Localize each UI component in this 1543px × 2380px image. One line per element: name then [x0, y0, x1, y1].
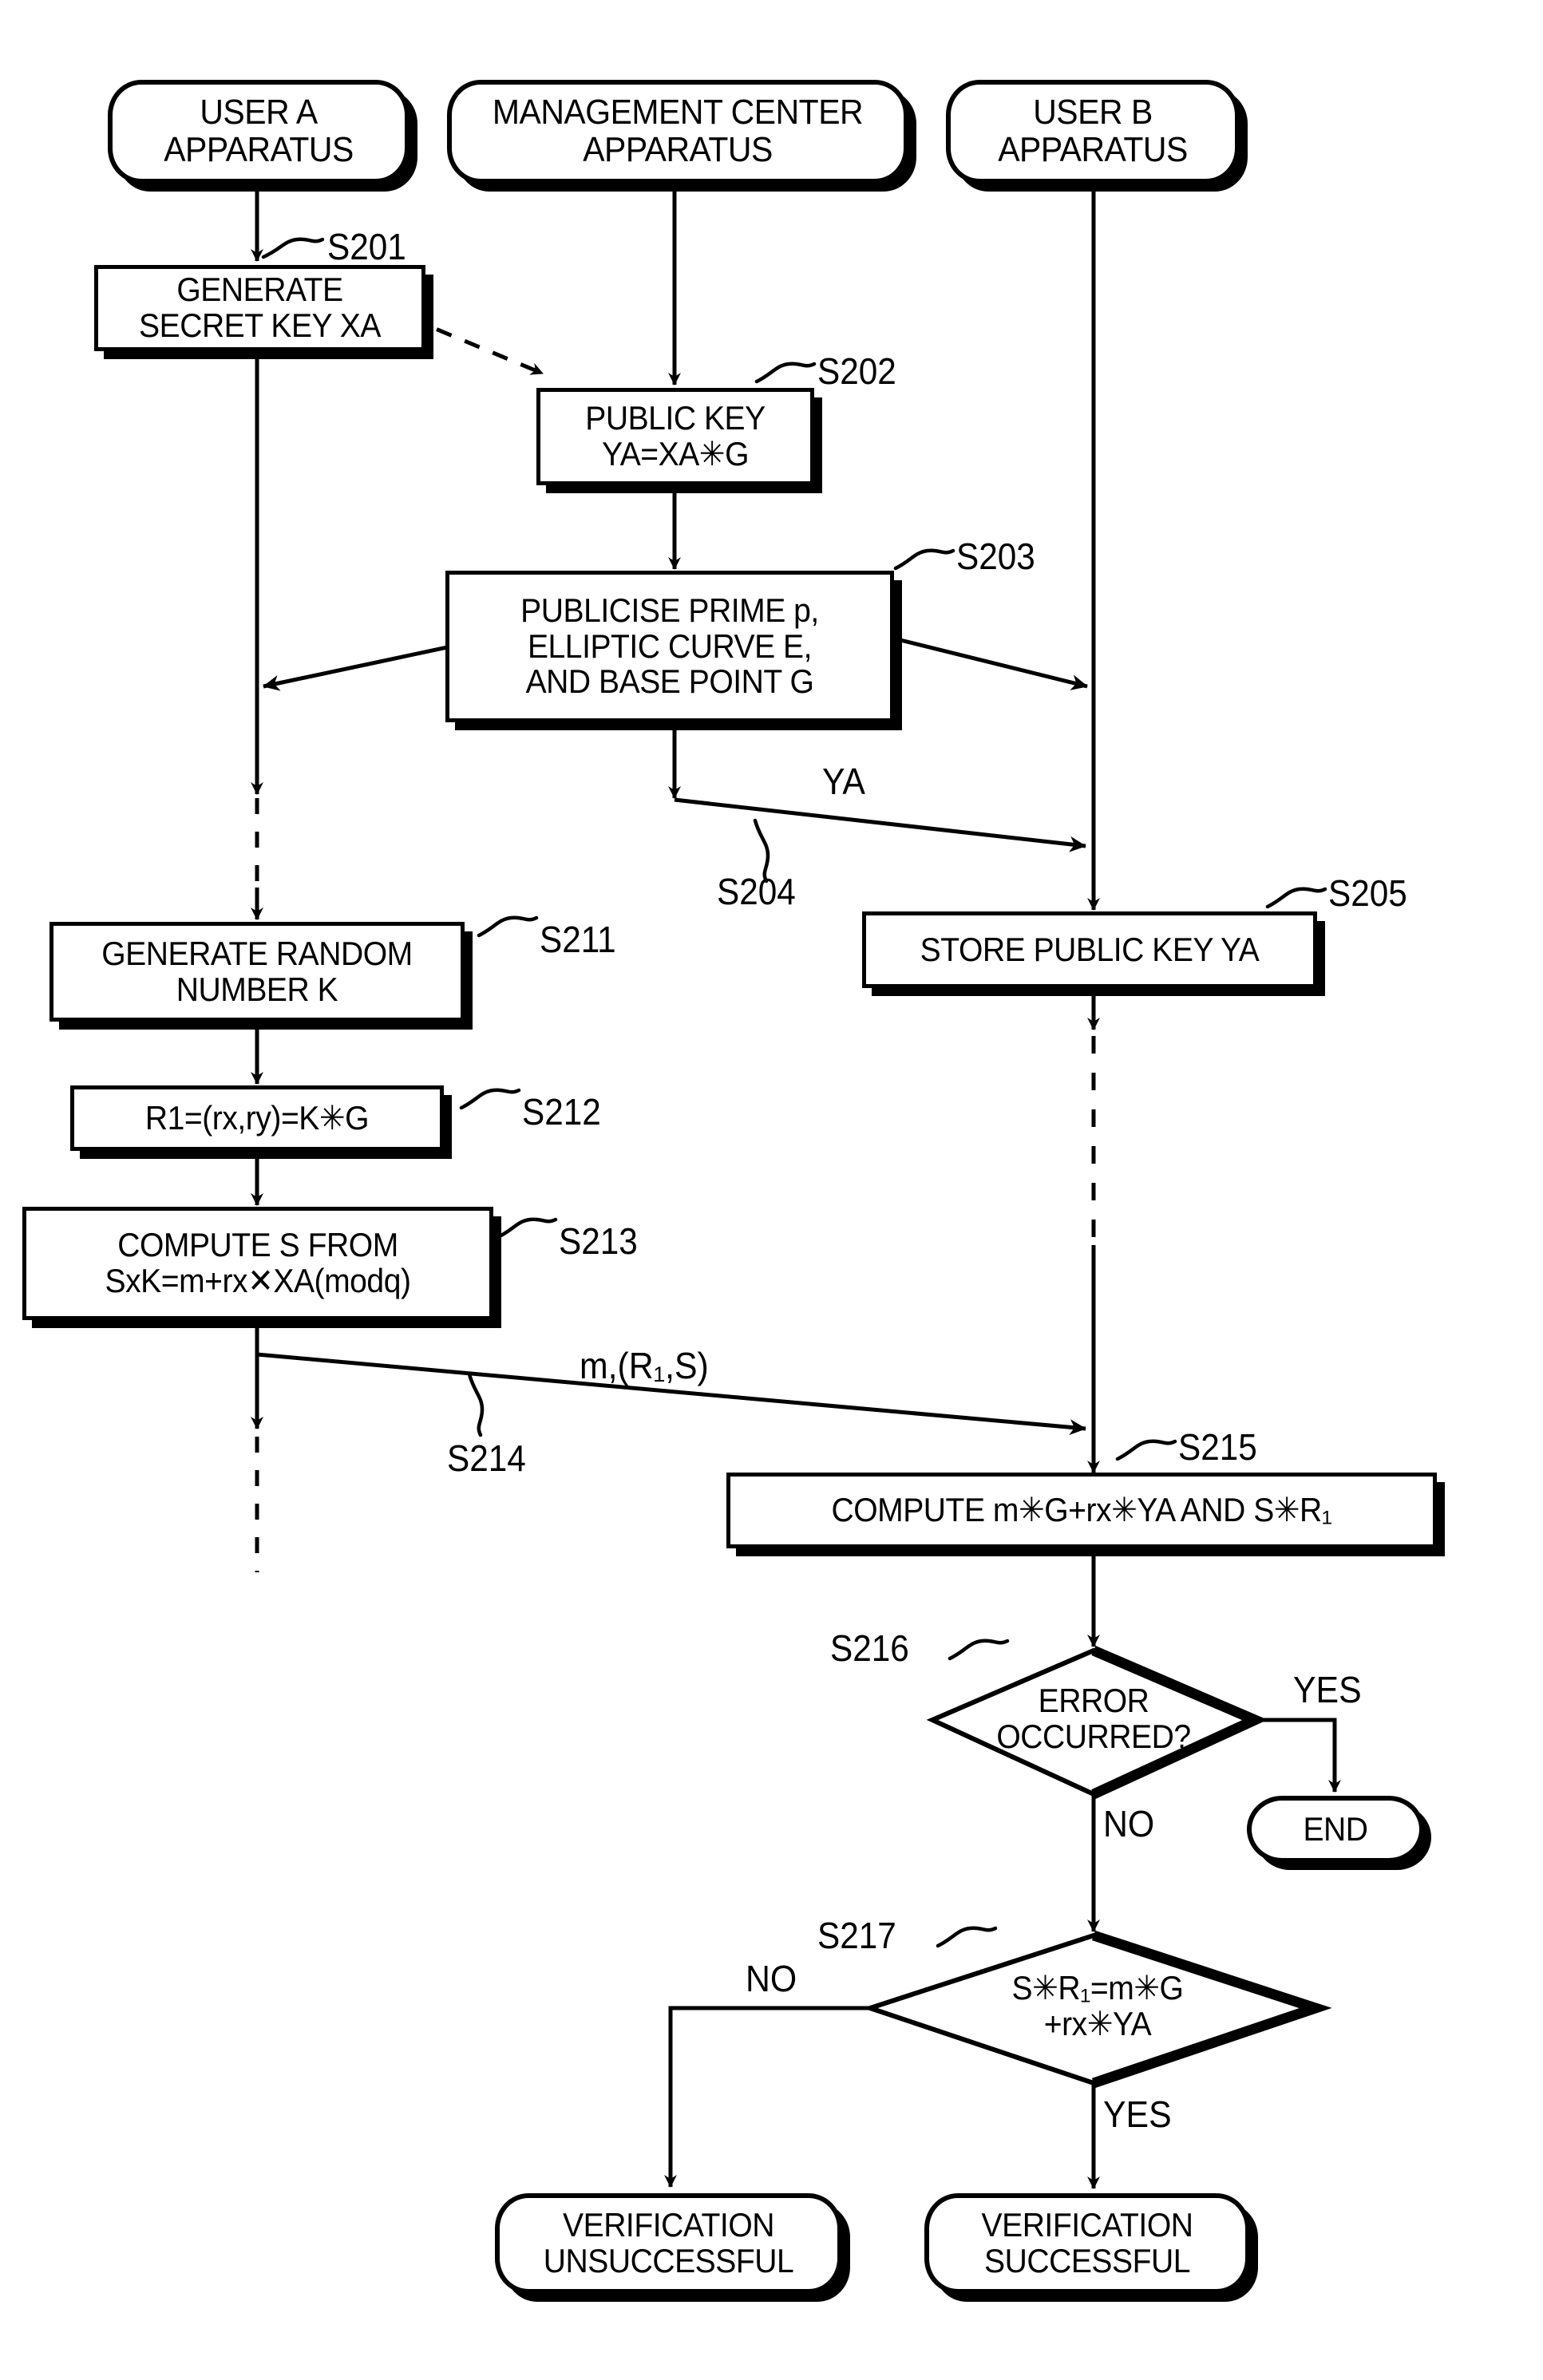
step-label-s203: S203 [956, 536, 1035, 577]
flowchart-canvas: USER A APPARATUS MANAGEMENT CENTER APPAR… [0, 0, 1543, 2380]
node-s202-public-key[interactable]: PUBLIC KEY YA=XA✳G [536, 388, 814, 485]
lane-header-user-a[interactable]: USER A APPARATUS [108, 80, 409, 184]
conn-s216-yes-to-end [1255, 1718, 1341, 1793]
node-s203-publicise-params[interactable]: PUBLICISE PRIME p, ELLIPTIC CURVE E, AND… [445, 571, 894, 722]
lane-user-b-line1: USER B [1033, 93, 1153, 132]
step-label-s204: S204 [717, 871, 796, 912]
node-s215-compute-verify-terms[interactable]: COMPUTE m✳G+rx✳YA AND S✳R₁ [726, 1473, 1437, 1548]
step-label-s201: S201 [327, 226, 406, 267]
leader-s212 [459, 1088, 521, 1110]
branch-label-verify-yes: YES [1103, 2093, 1172, 2135]
step-label-s214: S214 [447, 1437, 526, 1479]
leader-s216 [948, 1639, 1010, 1661]
s205-line1: STORE PUBLIC KEY YA [920, 930, 1260, 968]
lane-mc-line2: APPARATUS [583, 130, 773, 169]
verif-unsuccessful-line2: UNSUCCESSFUL [543, 2242, 794, 2279]
s203-line3: AND BASE POINT G [525, 662, 814, 701]
leader-s215 [1115, 1439, 1177, 1461]
step-label-s215: S215 [1178, 1426, 1257, 1468]
s217-line2: +rx✳YA [1043, 2005, 1152, 2042]
s215-line1: COMPUTE m✳G+rx✳YA AND S✳R₁ [831, 1491, 1332, 1529]
s201-line1: GENERATE [176, 271, 343, 309]
s211-line1: GENERATE RANDOM [101, 934, 413, 972]
leader-s201 [261, 237, 325, 259]
node-verification-successful[interactable]: VERIFICATION SUCCESSFUL [924, 2193, 1250, 2294]
step-label-s205: S205 [1328, 872, 1407, 914]
lane-user-a-line1: USER A [200, 93, 318, 132]
node-s201-generate-secret-key[interactable]: GENERATE SECRET KEY XA [94, 265, 425, 351]
node-s205-store-public-key[interactable]: STORE PUBLIC KEY YA [862, 911, 1317, 988]
verif-successful-line2: SUCCESSFUL [984, 2242, 1190, 2279]
leader-s214 [467, 1372, 485, 1437]
leader-s203 [893, 548, 955, 571]
s213-line2: SxK=m+rx✕XA(modq) [105, 1262, 411, 1299]
node-s212-compute-r1[interactable]: R1=(rx,ry)=K✳G [70, 1085, 444, 1151]
node-s211-generate-random[interactable]: GENERATE RANDOM NUMBER K [49, 922, 465, 1022]
step-label-s212: S212 [522, 1091, 601, 1133]
flow-label-ya: YA [822, 761, 865, 802]
lane-mc-line1: MANAGEMENT CENTER [492, 93, 864, 132]
lane-header-management-center[interactable]: MANAGEMENT CENTER APPARATUS [447, 80, 908, 184]
s202-line2: YA=XA✳G [602, 435, 749, 472]
verif-successful-line1: VERIFICATION [981, 2206, 1193, 2244]
branch-label-error-yes: YES [1293, 1669, 1362, 1710]
s216-line2: OCCURRED? [996, 1718, 1191, 1755]
s201-line2: SECRET KEY XA [139, 306, 381, 344]
branch-label-verify-no: NO [746, 1958, 797, 1999]
s202-line1: PUBLIC KEY [585, 399, 766, 437]
s213-line1: COMPUTE S FROM [117, 1226, 398, 1264]
conn-s201-to-s202-dashed [408, 315, 544, 376]
step-label-s211: S211 [540, 919, 616, 960]
end-label: END [1303, 1809, 1368, 1848]
s217-line1: S✳R₁=m✳G [1011, 1969, 1184, 2007]
lane-header-user-b[interactable]: USER B APPARATUS [946, 80, 1240, 184]
s212-line1: R1=(rx,ry)=K✳G [144, 1098, 370, 1137]
conn-s217-no-to-unsuccessful [664, 2006, 932, 2188]
verif-unsuccessful-line1: VERIFICATION [563, 2206, 774, 2244]
node-s213-compute-s[interactable]: COMPUTE S FROM SxK=m+rx✕XA(modq) [22, 1207, 493, 1320]
branch-label-error-no: NO [1103, 1803, 1155, 1844]
step-label-s216: S216 [830, 1627, 909, 1669]
leader-s202 [754, 362, 817, 384]
node-s217-verify-equation-label[interactable]: S✳R₁=m✳G +rx✳YA [954, 1959, 1241, 2054]
step-label-s202: S202 [817, 350, 896, 392]
connector-layer [251, 185, 1341, 2189]
node-end-terminal[interactable]: END [1247, 1796, 1424, 1863]
leader-s205 [1265, 887, 1327, 909]
node-verification-unsuccessful[interactable]: VERIFICATION UNSUCCESSFUL [495, 2193, 842, 2294]
conn-s203-to-userb [893, 636, 1088, 690]
flow-label-signature: m,(R₁,S) [580, 1345, 709, 1386]
conn-ya-transfer [674, 797, 1086, 852]
s211-line2: NUMBER K [176, 970, 338, 1008]
s216-line1: ERROR [1038, 1682, 1149, 1720]
s203-line1: PUBLICISE PRIME p, [520, 591, 819, 630]
step-label-s217: S217 [817, 1915, 896, 1956]
node-s216-error-check-label[interactable]: ERROR OCCURRED? [950, 1672, 1237, 1766]
s203-line2: ELLIPTIC CURVE E, [527, 627, 813, 665]
leader-s213 [496, 1217, 558, 1239]
leader-s211 [477, 915, 539, 938]
lane-user-b-line2: APPARATUS [998, 130, 1188, 169]
lane-user-a-line2: APPARATUS [164, 130, 354, 169]
leader-s217 [936, 1926, 998, 1948]
step-label-s213: S213 [559, 1220, 638, 1262]
